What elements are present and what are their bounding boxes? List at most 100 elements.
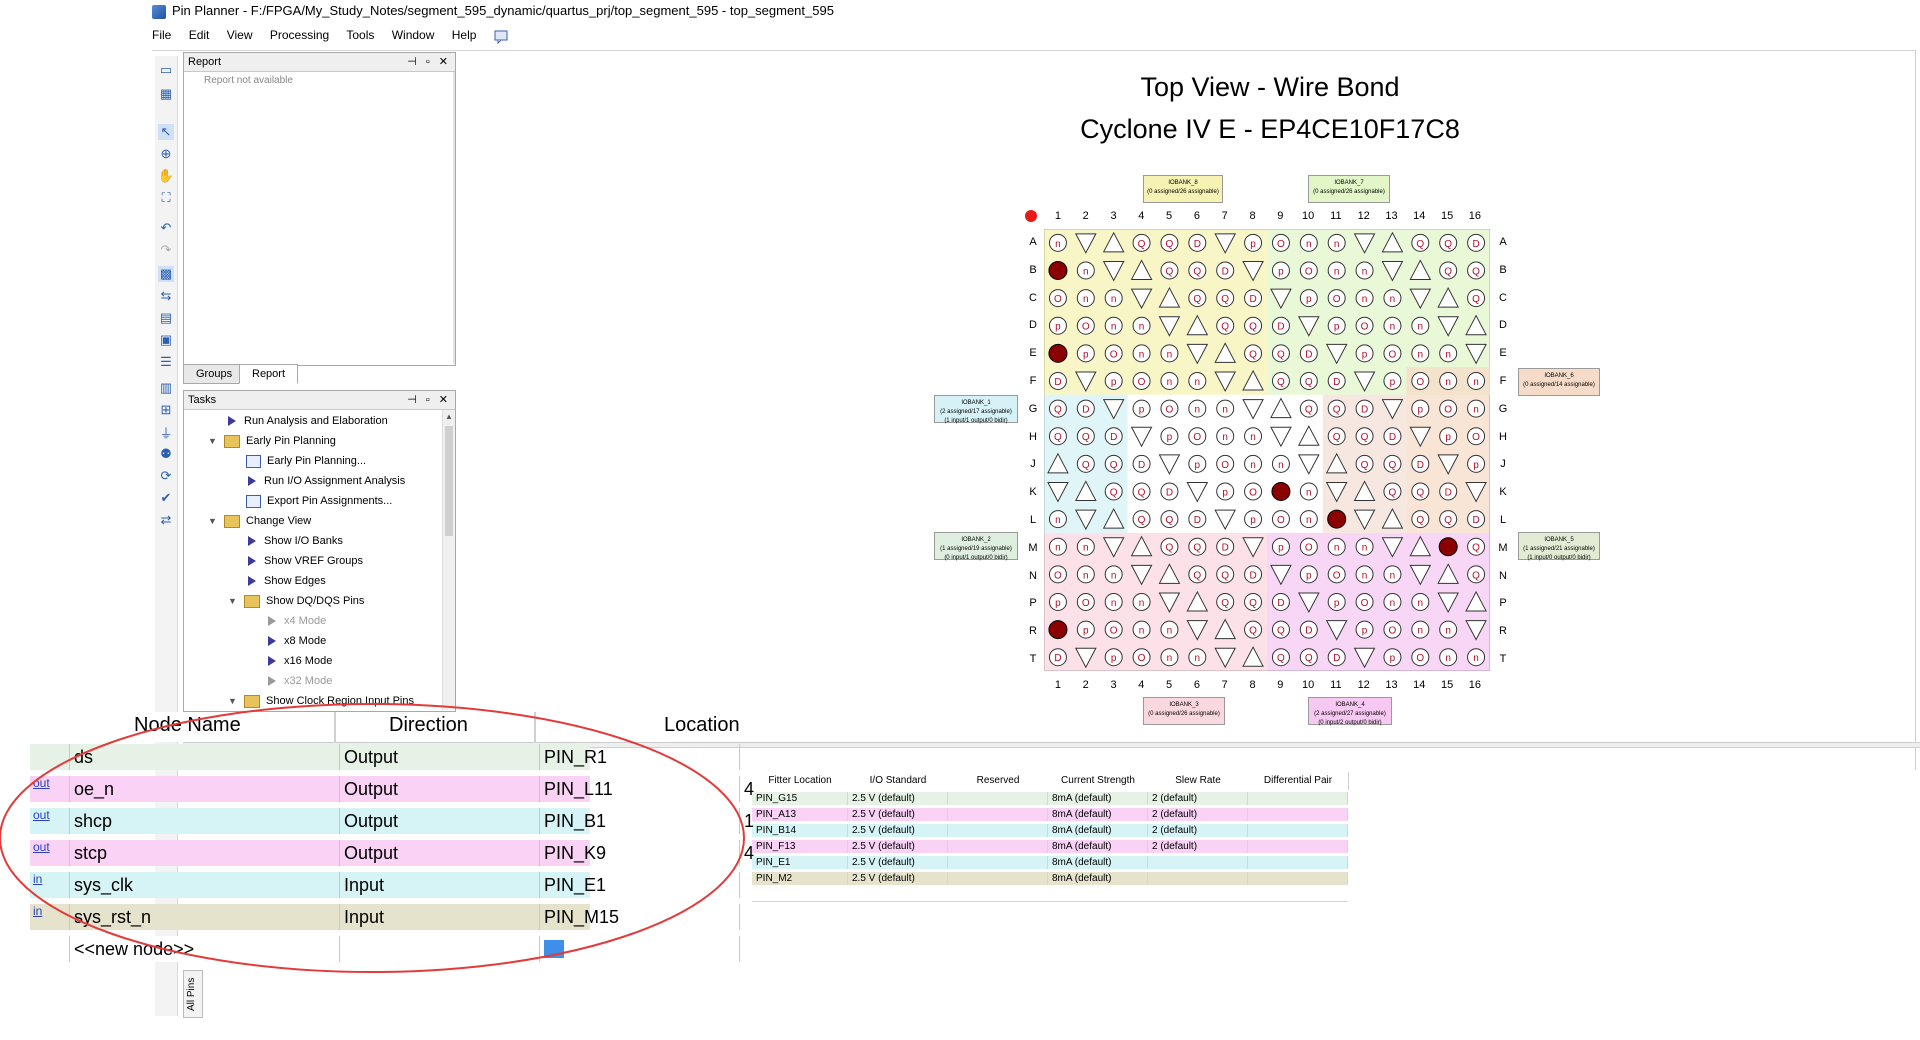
package-pin[interactable]: D [1048, 371, 1067, 390]
package-pin[interactable]: n [1439, 648, 1458, 667]
package-pin[interactable]: O [1244, 482, 1263, 501]
package-pin[interactable]: Q [1076, 454, 1095, 473]
package-pin[interactable]: O [1048, 565, 1067, 584]
package-pin[interactable]: n [1244, 427, 1263, 446]
task-early-pin-planning[interactable]: ▼ Early Pin Planning [208, 431, 336, 451]
package-pin[interactable]: D [1411, 454, 1430, 473]
package-pin[interactable]: p [1244, 510, 1263, 529]
package-pin[interactable]: n [1411, 620, 1430, 639]
package-pin[interactable] [1271, 481, 1291, 501]
package-pin[interactable]: n [1076, 289, 1095, 308]
package-pin[interactable]: D [1439, 482, 1458, 501]
panel-controls[interactable]: ⊣ ▫ ✕ [407, 53, 451, 71]
package-pin[interactable]: p [1439, 427, 1458, 446]
package-pin[interactable]: p [1104, 648, 1123, 667]
package-pin[interactable]: n [1132, 316, 1151, 335]
package-pin[interactable]: n [1439, 620, 1458, 639]
package-pin[interactable]: Q [1188, 565, 1207, 584]
package-pin[interactable]: n [1411, 592, 1430, 611]
panel-controls-tasks[interactable]: ⊣ ▫ ✕ [407, 391, 451, 409]
package-pin[interactable]: O [1132, 371, 1151, 390]
package-pin[interactable]: D [1104, 427, 1123, 446]
package-pin[interactable]: p [1048, 592, 1067, 611]
package-pin[interactable]: Q [1216, 592, 1235, 611]
pin-properties-icon[interactable]: ▥ [158, 380, 174, 396]
package-pin[interactable]: Q [1271, 371, 1290, 390]
package-pin[interactable]: Q [1048, 399, 1067, 418]
context-help-icon[interactable] [494, 29, 510, 45]
people-icon[interactable]: ⚉ [158, 446, 174, 462]
package-pin[interactable]: n [1160, 648, 1179, 667]
package-pin[interactable]: p [1327, 316, 1346, 335]
col-current-strength[interactable]: Current Strength [1048, 772, 1149, 790]
task-show-dq-dqs-pins[interactable]: ▼ Show DQ/DQS Pins [228, 591, 364, 611]
package-pin[interactable]: Q [1244, 316, 1263, 335]
package-pin[interactable]: p [1271, 537, 1290, 556]
package-pin[interactable]: n [1076, 565, 1095, 584]
package-pin[interactable]: n [1355, 289, 1374, 308]
package-pin[interactable]: n [1439, 371, 1458, 390]
bank-box-2[interactable]: IOBANK_2 (1 assigned/19 assignable) (0 inp… [934, 532, 1018, 561]
package-pin[interactable]: Q [1160, 261, 1179, 280]
list-icon[interactable]: ☰ [158, 354, 174, 370]
package-icon[interactable]: ▣ [158, 332, 174, 348]
table-row[interactable]: PIN_B14 2.5 V (default) 8mA (default) 2 … [752, 824, 1348, 837]
task-show-vref-groups[interactable]: Show VREF Groups [248, 551, 363, 571]
fit-window-icon[interactable]: ⛶ [158, 190, 174, 206]
menu-tools[interactable]: Tools [346, 28, 374, 42]
package-pin[interactable]: O [1104, 344, 1123, 363]
col-io-standard[interactable]: I/O Standard [848, 772, 949, 790]
package-pin[interactable]: n [1216, 399, 1235, 418]
package-pin[interactable]: n [1383, 565, 1402, 584]
bank-box-5[interactable]: IOBANK_5 (1 assigned/21 assignable) (1 inp… [1518, 532, 1600, 561]
package-pin[interactable]: D [1467, 233, 1486, 252]
task-show-edges[interactable]: Show Edges [248, 571, 326, 591]
package-pin[interactable]: Q [1383, 482, 1402, 501]
package-pin[interactable]: n [1327, 233, 1346, 252]
package-pin[interactable]: p [1244, 233, 1263, 252]
package-pin[interactable]: n [1104, 592, 1123, 611]
help-chat-icon[interactable]: ▭ [158, 62, 174, 78]
menu-processing[interactable]: Processing [270, 28, 329, 42]
package-pin[interactable]: p [1076, 620, 1095, 639]
power-pin-icon[interactable]: ⏚ [158, 424, 174, 441]
package-pin[interactable]: n [1076, 261, 1095, 280]
package-pin[interactable]: O [1327, 565, 1346, 584]
package-pin[interactable]: p [1160, 427, 1179, 446]
bank-box-6[interactable]: IOBANK_6 (0 assigned/14 assignable) [1518, 368, 1600, 396]
package-pin[interactable]: Q [1439, 510, 1458, 529]
bank-box-8[interactable]: IOBANK_8 (0 assigned/26 assignable) [1143, 175, 1223, 203]
check-icon[interactable]: ✔ [158, 490, 174, 506]
package-pin[interactable]: Q [1244, 620, 1263, 639]
package-pin[interactable]: O [1411, 648, 1430, 667]
package-pin[interactable]: n [1188, 399, 1207, 418]
package-pin[interactable]: Q [1076, 427, 1095, 446]
col-slew-rate[interactable]: Slew Rate [1148, 772, 1249, 790]
table-row[interactable]: PIN_A13 2.5 V (default) 8mA (default) 2 … [752, 808, 1348, 821]
package-pin[interactable]: Q [1439, 261, 1458, 280]
package-pin[interactable]: n [1467, 371, 1486, 390]
package-pin[interactable]: n [1104, 565, 1123, 584]
package-pin[interactable]: p [1411, 399, 1430, 418]
package-pin[interactable]: p [1355, 620, 1374, 639]
table-row-empty[interactable] [752, 888, 1348, 902]
menu-help[interactable]: Help [452, 28, 477, 42]
package-pin[interactable]: Q [1188, 261, 1207, 280]
task-x8-mode[interactable]: x8 Mode [268, 631, 326, 651]
select-pointer-icon[interactable]: ↖ [158, 124, 174, 140]
package-pin[interactable]: O [1271, 510, 1290, 529]
bank-box-3[interactable]: IOBANK_3 (0 assigned/26 assignable) [1143, 697, 1225, 725]
io-assign-icon[interactable]: ⇄ [158, 512, 174, 528]
package-pin[interactable]: Q [1132, 510, 1151, 529]
package-pin[interactable]: n [1160, 371, 1179, 390]
redo-icon[interactable]: ↷ [158, 242, 174, 258]
package-pin[interactable]: O [1132, 648, 1151, 667]
package-pin[interactable]: Q [1216, 316, 1235, 335]
undo-icon[interactable]: ↶ [158, 220, 174, 236]
package-pin[interactable]: Q [1327, 399, 1346, 418]
package-pin[interactable]: n [1076, 537, 1095, 556]
package-pin[interactable]: p [1299, 289, 1318, 308]
tab-groups[interactable]: Groups [183, 364, 246, 384]
group-icon[interactable]: ▦ [158, 86, 174, 102]
package-pin[interactable]: Q [1188, 289, 1207, 308]
